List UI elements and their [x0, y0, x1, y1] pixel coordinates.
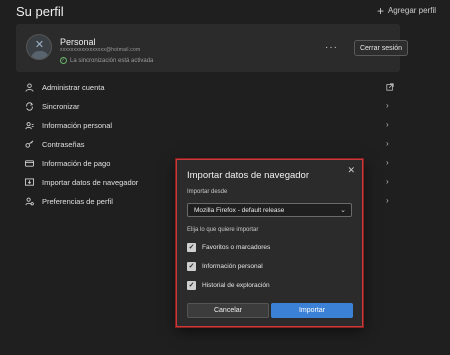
chevron-right-icon: › [386, 139, 389, 148]
sync-status-text: La sincronización está activada [70, 57, 154, 64]
import-browser-data-dialog: Importar datos de navegador ✕ Importar d… [176, 159, 363, 327]
menu-item-label: Preferencias de perfil [42, 197, 113, 206]
checkbox-checked-icon[interactable]: ✓ [187, 243, 196, 252]
import-from-select[interactable]: Mozilla Firefox - default release ⌄ [187, 203, 352, 217]
sync-status: ✓ La sincronización está activada [60, 57, 153, 64]
check-circle-icon: ✓ [60, 57, 67, 64]
import-from-value: Mozilla Firefox - default release [194, 206, 285, 214]
checkbox-checked-icon[interactable]: ✓ [187, 262, 196, 271]
contact-card-icon [24, 121, 34, 131]
profile-card: ✕ Personal xxxxxxxxxxxxxxxxx@hotmail.com… [16, 24, 408, 72]
checkbox-checked-icon[interactable]: ✓ [187, 281, 196, 290]
import-button[interactable]: Importar [271, 303, 353, 318]
menu-item-contrasenas[interactable]: Contraseñas › [16, 135, 400, 154]
option-label: Favoritos o marcadores [202, 244, 271, 251]
profile-settings-icon [24, 197, 34, 207]
option-label: Información personal [202, 263, 263, 270]
profile-name: Personal [60, 37, 96, 47]
option-favorites[interactable]: ✓ Favoritos o marcadores [187, 243, 270, 252]
chevron-right-icon: › [386, 177, 389, 186]
menu-item-label: Información personal [42, 121, 113, 130]
option-personal-info[interactable]: ✓ Información personal [187, 262, 263, 271]
chevron-right-icon: › [386, 196, 389, 205]
menu-item-informacion-personal[interactable]: Información personal › [16, 116, 400, 135]
profile-email: xxxxxxxxxxxxxxxxx@hotmail.com [60, 47, 141, 53]
plus-icon: + [376, 3, 384, 18]
close-icon[interactable]: ✕ [347, 165, 355, 176]
page-title: Su perfil [16, 4, 64, 19]
cancel-button[interactable]: Cancelar [187, 303, 269, 318]
menu-item-administrar-cuenta[interactable]: Administrar cuenta [16, 78, 400, 97]
choose-items-label: Elija lo que quiere importar [187, 227, 259, 233]
import-icon [24, 178, 34, 188]
avatar[interactable]: ✕ [26, 34, 52, 60]
add-profile-button[interactable]: + Agregar perfil [376, 3, 436, 18]
sync-icon [24, 102, 34, 112]
avatar-body [31, 51, 49, 59]
menu-item-label: Contraseñas [42, 140, 85, 149]
key-icon [24, 140, 34, 150]
import-from-label: Importar desde [187, 189, 228, 195]
menu-item-label: Importar datos de navegador [42, 178, 139, 187]
menu-item-label: Administrar cuenta [42, 83, 105, 92]
chevron-right-icon: › [386, 158, 389, 167]
credit-card-icon [24, 159, 34, 169]
add-profile-label: Agregar perfil [387, 6, 436, 15]
avatar-badge-icon: ✕ [34, 39, 45, 51]
chevron-right-icon: › [386, 101, 389, 110]
chevron-down-icon: ⌄ [340, 207, 346, 214]
more-options-button[interactable]: ··· [325, 42, 338, 53]
chevron-right-icon: › [386, 120, 389, 129]
dialog-title: Importar datos de navegador [187, 170, 309, 181]
option-label: Historial de exploración [202, 282, 270, 289]
menu-item-label: Información de pago [42, 159, 111, 168]
menu-item-sincronizar[interactable]: Sincronizar › [16, 97, 400, 116]
menu-item-label: Sincronizar [42, 102, 80, 111]
option-browsing-history[interactable]: ✓ Historial de exploración [187, 281, 270, 290]
external-link-icon [386, 83, 394, 91]
person-icon [24, 83, 34, 93]
sign-out-button[interactable]: Cerrar sesión [354, 40, 408, 56]
